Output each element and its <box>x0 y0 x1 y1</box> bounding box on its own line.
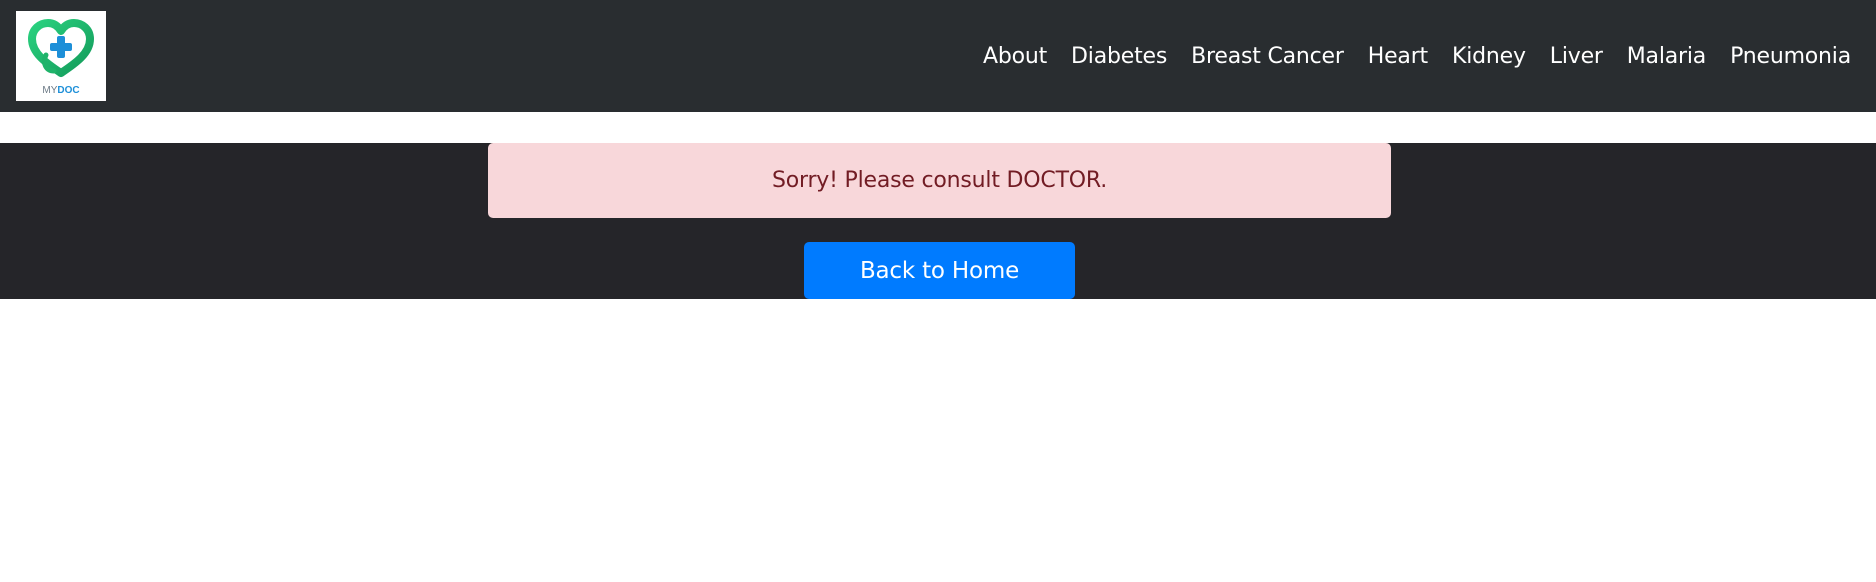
logo-text-doc: DOC <box>57 85 79 96</box>
nav-link-breast-cancer[interactable]: Breast Cancer <box>1191 44 1344 69</box>
nav-link-heart[interactable]: Heart <box>1368 44 1428 69</box>
mydoc-logo[interactable]: MYDOC <box>16 11 106 101</box>
heart-cross-icon: MYDOC <box>28 19 94 96</box>
error-alert: Sorry! Please consult DOCTOR. <box>488 143 1391 218</box>
alert-message: Sorry! Please consult DOCTOR. <box>771 168 1108 193</box>
nav-link-malaria[interactable]: Malaria <box>1627 44 1706 69</box>
nav-link-diabetes[interactable]: Diabetes <box>1071 44 1167 69</box>
nav-link-liver[interactable]: Liver <box>1550 44 1603 69</box>
logo-text-my: MY <box>42 85 57 96</box>
nav-link-about[interactable]: About <box>983 44 1047 69</box>
svg-text:MYDOC: MYDOC <box>42 85 79 96</box>
navbar: MYDOC About Diabetes Breast Cancer Heart… <box>0 0 1876 112</box>
nav-link-pneumonia[interactable]: Pneumonia <box>1730 44 1851 69</box>
nav-link-kidney[interactable]: Kidney <box>1452 44 1526 69</box>
back-to-home-button[interactable]: Back to Home <box>804 242 1075 299</box>
nav-links: About Diabetes Breast Cancer Heart Kidne… <box>983 0 1851 112</box>
